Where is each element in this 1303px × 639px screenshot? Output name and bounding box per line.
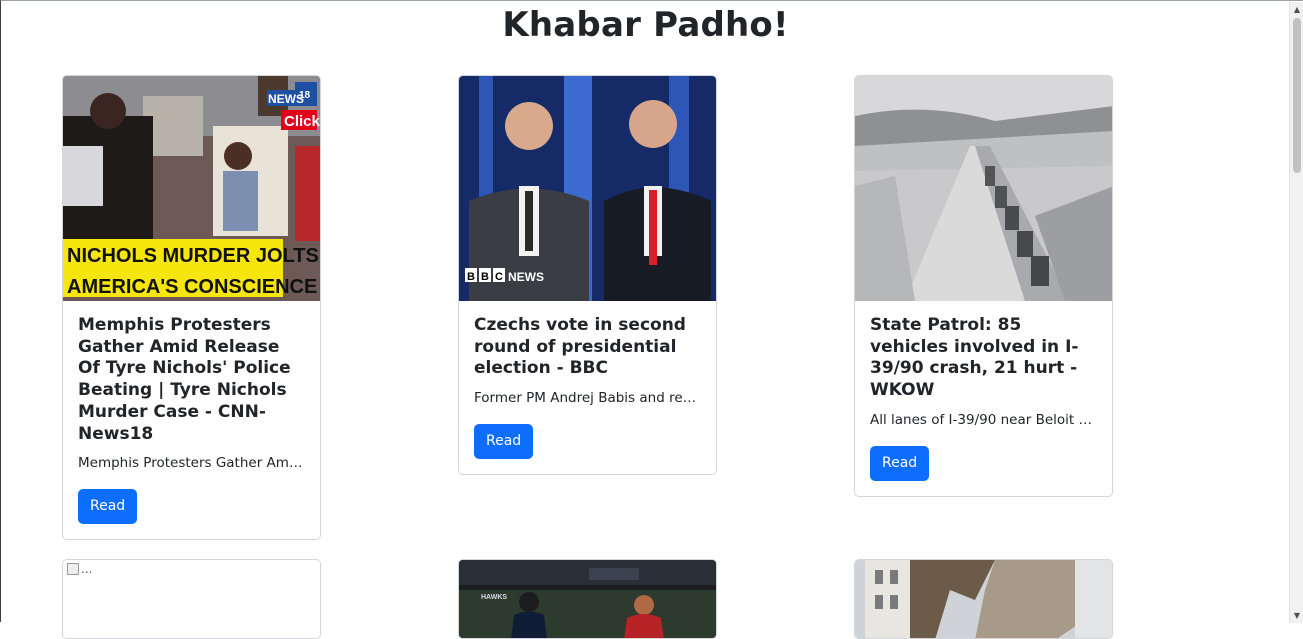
svg-text:HAWKS: HAWKS <box>481 594 507 601</box>
image-alt-text: ... <box>81 562 93 576</box>
news-card: B B C NEWS Czechs vote in second round o… <box>458 75 717 476</box>
card-text: Former PM Andrej Babis and retired gener… <box>474 390 701 407</box>
news-card: 18 NEWS Click NICHOLS MURDER JOLTS AMERI… <box>62 75 321 541</box>
scroll-down-icon[interactable]: ▼ <box>1292 611 1302 621</box>
card-text: All lanes of I-39/90 near Beloit are clo… <box>870 411 1097 428</box>
card-body: Czechs vote in second round of president… <box>459 301 716 474</box>
card-body: Memphis Protesters Gather Amid Release O… <box>63 301 320 539</box>
vertical-scrollbar[interactable]: ▲ ▼ <box>1289 2 1303 623</box>
card-image <box>855 76 1112 301</box>
svg-text:NEWS: NEWS <box>268 92 304 106</box>
card-body: State Patrol: 85 vehicles involved in I-… <box>855 301 1112 496</box>
broken-image-icon <box>67 563 79 575</box>
news-card: HAWKS <box>458 559 717 639</box>
card-title: Memphis Protesters Gather Amid Release O… <box>78 315 291 444</box>
stadium-photo: HAWKS <box>459 560 716 638</box>
svg-text:B: B <box>481 271 489 283</box>
protest-photo: 18 NEWS Click NICHOLS MURDER JOLTS AMERI… <box>63 76 320 301</box>
svg-text:AMERICA'S CONSCIENCE: AMERICA'S CONSCIENCE <box>67 276 317 298</box>
card-title: State Patrol: 85 vehicles involved in I-… <box>870 315 1079 401</box>
svg-text:NICHOLS MURDER JOLTS: NICHOLS MURDER JOLTS <box>67 245 319 267</box>
svg-text:B: B <box>467 271 475 283</box>
broken-image: ... <box>63 560 320 578</box>
svg-text:Click: Click <box>284 113 320 130</box>
candidates-photo: B B C NEWS <box>459 76 716 301</box>
scroll-up-icon[interactable]: ▲ <box>1292 5 1302 15</box>
svg-text:NEWS: NEWS <box>508 270 544 284</box>
svg-text:C: C <box>495 271 503 283</box>
highway-snow-photo <box>855 76 1112 301</box>
browser-viewport: Khabar Padho! 18 NEWS Click NICHOLS MURD… <box>0 0 1303 639</box>
card-title: Czechs vote in second round of president… <box>474 315 686 379</box>
page-title: Khabar Padho! <box>502 5 789 45</box>
card-image: B B C NEWS <box>459 76 716 301</box>
read-button[interactable]: Read <box>870 445 930 481</box>
news-card: State Patrol: 85 vehicles involved in I-… <box>854 75 1113 497</box>
damaged-building-photo <box>855 560 1112 638</box>
news-card: ... <box>62 559 321 639</box>
scrollbar-thumb[interactable] <box>1293 18 1301 173</box>
read-button[interactable]: Read <box>78 489 138 525</box>
news-card <box>854 559 1113 639</box>
card-text: Memphis Protesters Gather Amid Release O… <box>78 455 305 472</box>
card-image: 18 NEWS Click NICHOLS MURDER JOLTS AMERI… <box>63 76 320 301</box>
read-button[interactable]: Read <box>474 424 534 460</box>
